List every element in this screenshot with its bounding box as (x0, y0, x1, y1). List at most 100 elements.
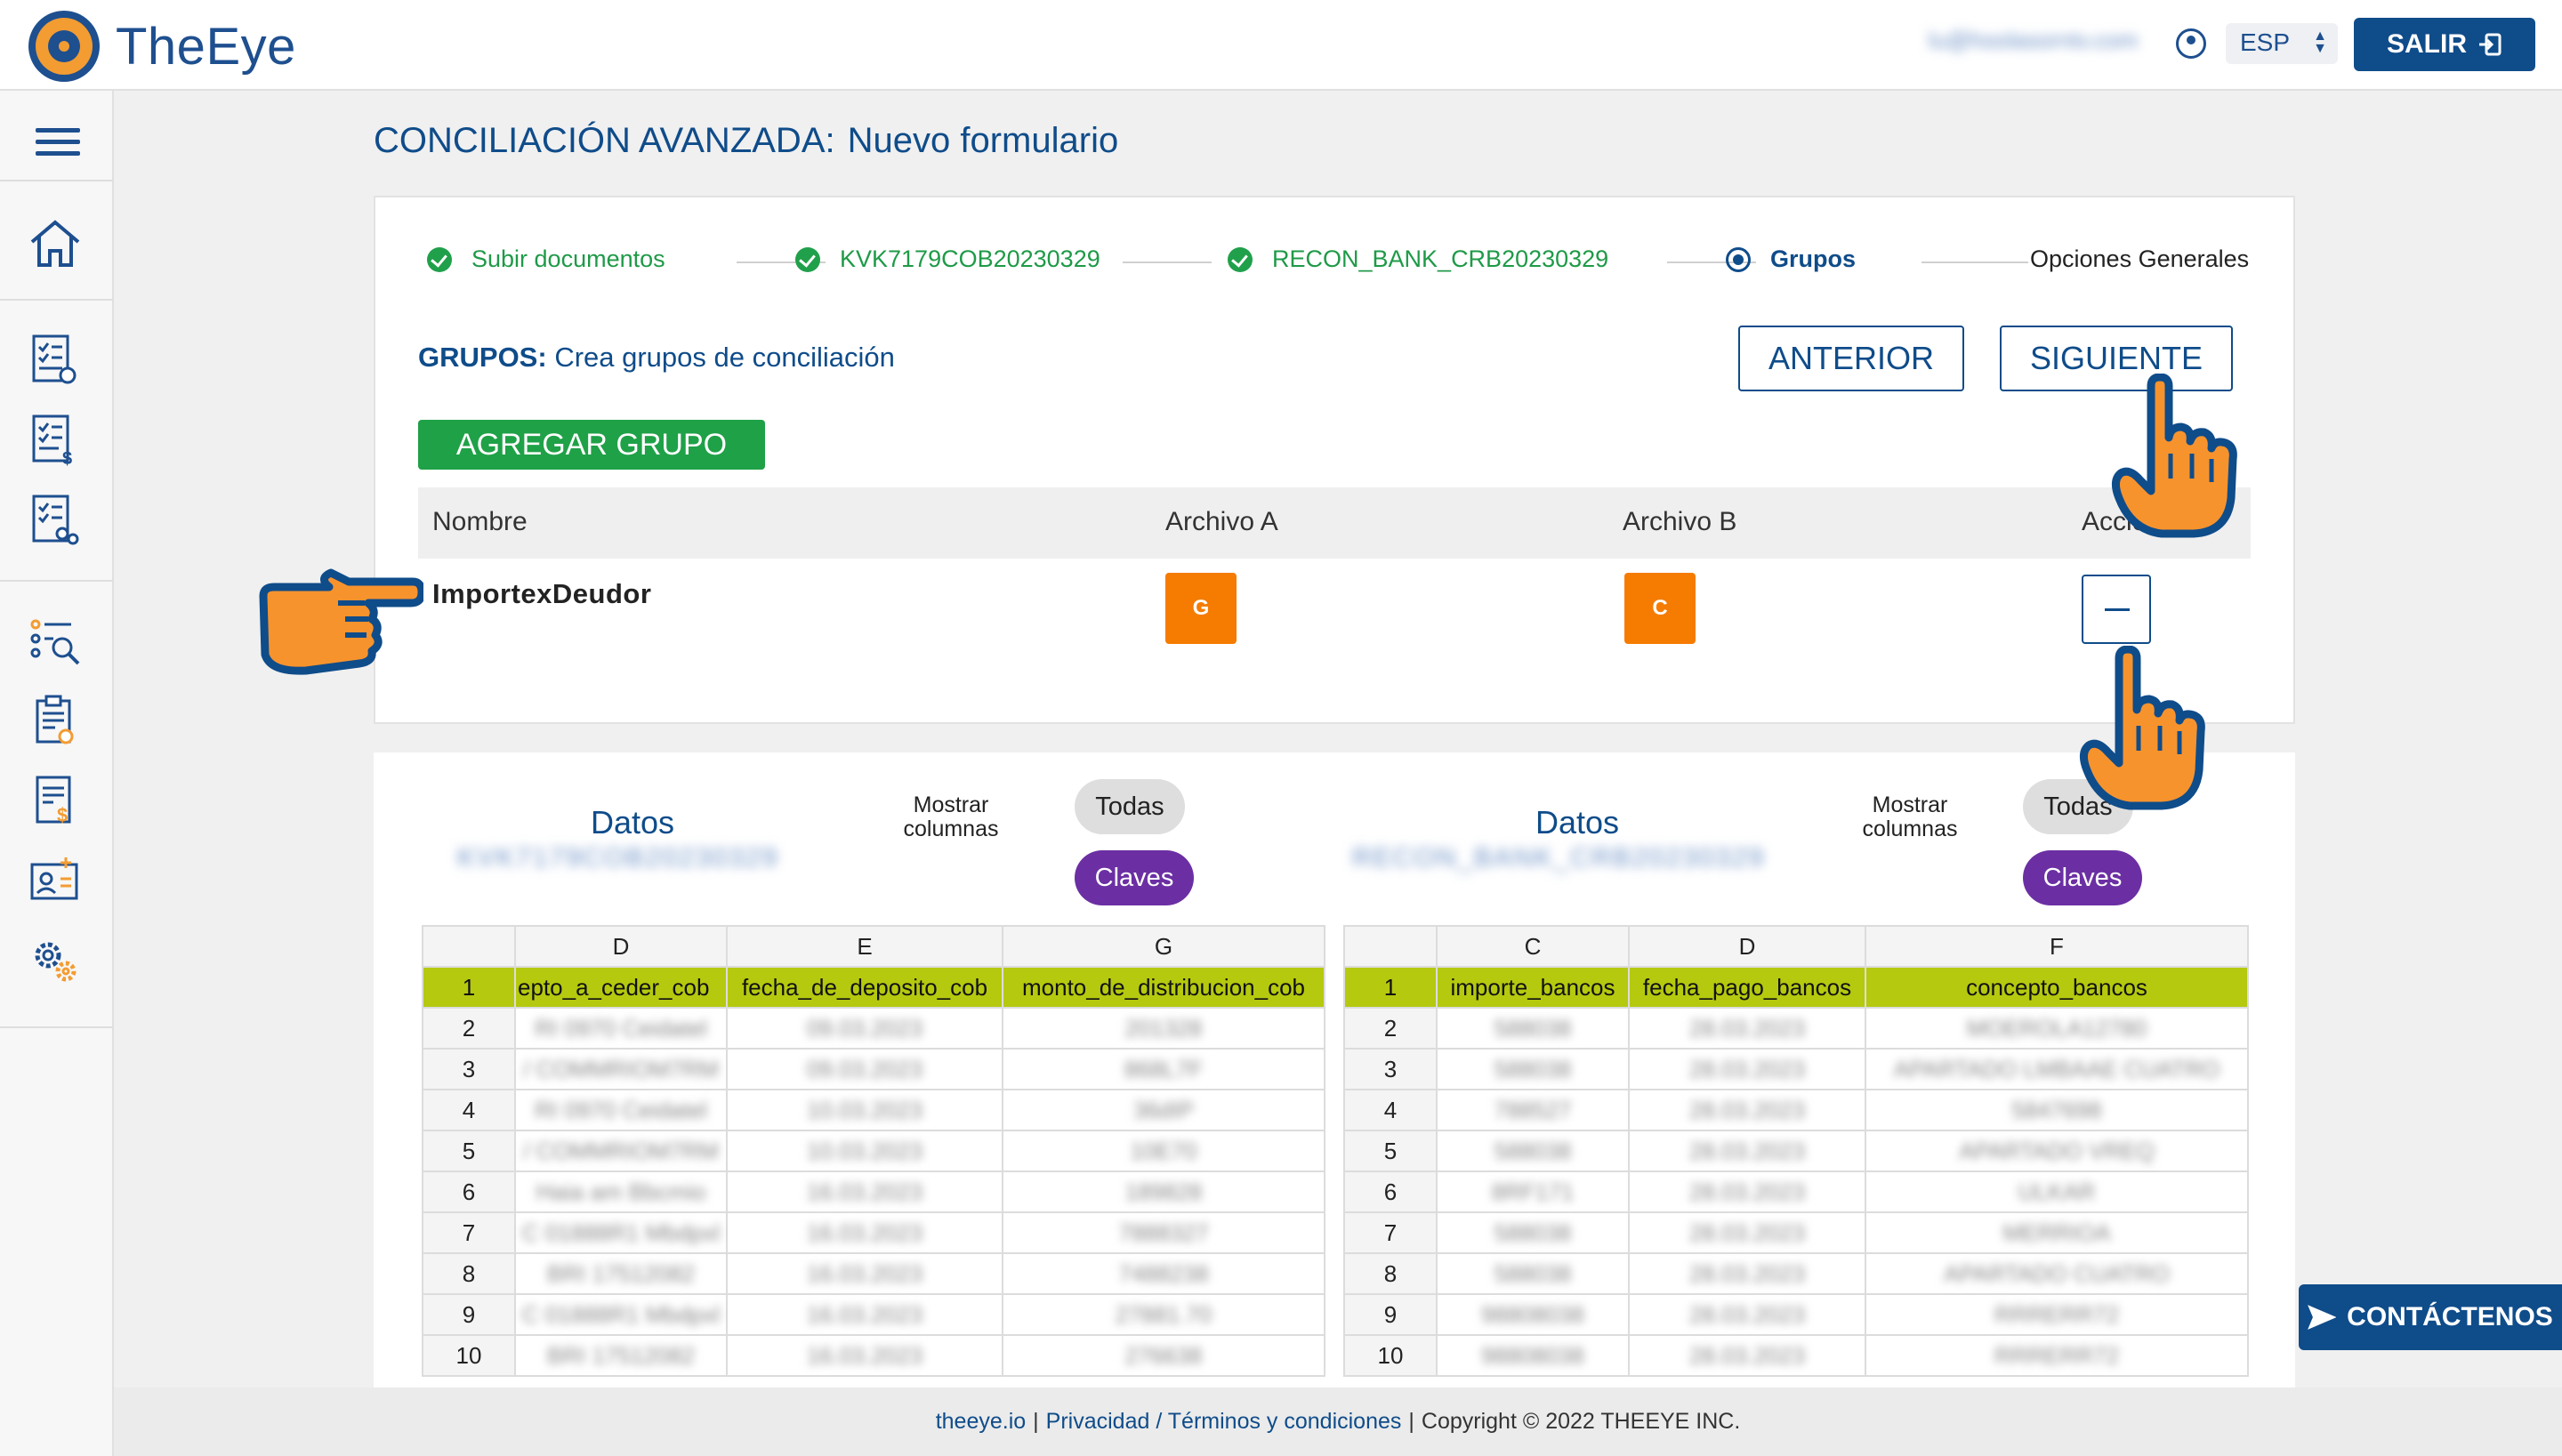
row-number: 6 (422, 1170, 516, 1213)
app-logo[interactable]: TheEye (28, 11, 296, 82)
col-file-b: Archivo B (1623, 507, 1737, 536)
footer-privacy-link[interactable]: Privacidad / Términos y condiciones (1046, 1409, 1402, 1435)
data-cell: 09.03.2023 (726, 1048, 1003, 1090)
user-icon[interactable] (2176, 28, 2206, 59)
data-cell: 28.03.2023 (1628, 1211, 1866, 1254)
footer-copyright: Copyright © 2022 THEEYE INC. (1421, 1409, 1741, 1434)
clipboard-check-icon[interactable] (27, 692, 84, 749)
table-row: 2 588038 28.03.2023 MOEROLA12780 (1343, 1007, 2249, 1050)
header-cell: monto_de_distribucion_cob (1002, 966, 1325, 1009)
data-cell: / COMMRIOM7RM (514, 1130, 728, 1172)
checklist-settings-icon[interactable] (27, 331, 84, 388)
header-cell: epto_a_ceder_cob (514, 966, 728, 1009)
column-letter[interactable]: C (1436, 925, 1630, 968)
step-groups[interactable]: Grupos (1726, 245, 1856, 273)
left-data-title: Datos (591, 804, 675, 841)
data-cell: APARTADO CUATRO (1865, 1252, 2249, 1295)
header-row: 1 epto_a_ceder_cob fecha_de_deposito_cob… (422, 966, 1325, 1009)
left-all-columns-toggle[interactable]: Todas (1075, 779, 1185, 834)
table-row: 7 588038 28.03.2023 MERRIOA (1343, 1211, 2249, 1254)
step-upload[interactable]: Subir documentos (427, 245, 665, 273)
user-card-icon[interactable] (27, 852, 84, 909)
column-letter[interactable]: G (1002, 925, 1325, 968)
table-row: 4 788527 28.03.2023 5847698 (1343, 1089, 2249, 1131)
row-number: 10 (422, 1334, 516, 1377)
user-email: lu@hoolasorntv.com (1929, 27, 2139, 53)
data-cell: 10.03.2023 (726, 1130, 1003, 1172)
data-cell: RI 0970 Ceidatel (514, 1007, 728, 1050)
data-cell: 276638 (1002, 1334, 1325, 1377)
pointing-hand-icon (259, 568, 423, 675)
left-key-columns-toggle[interactable]: Claves (1075, 850, 1194, 905)
settings-gears-icon[interactable] (27, 932, 84, 989)
data-cell: 28.03.2023 (1628, 1252, 1866, 1295)
checklist-money-icon[interactable]: $ (27, 411, 84, 468)
groups-label-desc: Crea grupos de conciliación (554, 342, 895, 373)
page-subtitle: Nuevo formulario (847, 121, 1119, 160)
table-row: 6 8RF171 28.03.2023 ULKAR (1343, 1170, 2249, 1213)
remove-group-button[interactable] (2082, 575, 2151, 644)
add-group-button[interactable]: AGREGAR GRUPO (418, 420, 765, 470)
data-cell: 201328 (1002, 1007, 1325, 1050)
language-select[interactable]: ESP ▲ ▼ (2226, 23, 2338, 64)
exit-label: SALIR (2387, 29, 2467, 59)
table-row: 8 588038 28.03.2023 APARTADO CUATRO (1343, 1252, 2249, 1295)
step-file-a[interactable]: KVK7179COB20230329 (795, 245, 1100, 273)
right-key-columns-toggle[interactable]: Claves (2023, 850, 2142, 905)
groups-label-bold: GRUPOS: (418, 342, 547, 373)
data-cell: 10.03.2023 (726, 1089, 1003, 1131)
data-cell: 5847698 (1865, 1089, 2249, 1131)
menu-icon[interactable] (36, 128, 80, 163)
corner-cell (422, 925, 516, 968)
data-cell: 09.03.2023 (726, 1007, 1003, 1050)
data-cell: 588038 (1436, 1252, 1630, 1295)
svg-text:$: $ (57, 804, 68, 826)
exit-icon (2479, 33, 2502, 56)
data-cell: 16.03.2023 (726, 1293, 1003, 1336)
row-number: 4 (1343, 1089, 1438, 1131)
row-number: 8 (422, 1252, 516, 1295)
row-number: 2 (422, 1007, 516, 1050)
data-cell: 10E70 (1002, 1130, 1325, 1172)
eye-logo-icon (28, 11, 100, 82)
column-letter[interactable]: E (726, 925, 1003, 968)
column-letter[interactable]: F (1865, 925, 2249, 968)
row-number: 7 (422, 1211, 516, 1254)
header-row: 1 importe_bancos fecha_pago_bancos conce… (1343, 966, 2249, 1009)
file-a-badge[interactable]: G (1165, 573, 1237, 644)
column-letter[interactable]: D (514, 925, 728, 968)
step-file-b[interactable]: RECON_BANK_CRB20230329 (1228, 245, 1608, 273)
data-cell: / COMMRIOM7RM (514, 1048, 728, 1090)
row-number: 5 (1343, 1130, 1438, 1172)
exit-button[interactable]: SALIR (2354, 18, 2535, 71)
home-icon[interactable] (27, 215, 84, 272)
column-letter[interactable]: D (1628, 925, 1866, 968)
step-label: Opciones Generales (2030, 245, 2250, 272)
select-arrows-icon: ▲ ▼ (2313, 28, 2327, 56)
row-number: 2 (1343, 1007, 1438, 1050)
data-cell: 16.03.2023 (726, 1252, 1003, 1295)
search-list-icon[interactable] (27, 612, 84, 669)
data-cell: ULKAR (1865, 1170, 2249, 1213)
corner-cell (1343, 925, 1438, 968)
invoice-money-icon[interactable]: $ (27, 772, 84, 829)
data-cell: RRRERR72 (1865, 1334, 2249, 1377)
footer-site-link[interactable]: theeye.io (936, 1409, 1026, 1435)
groups-table-header: Nombre Archivo A Archivo B Acciones (418, 487, 2251, 559)
file-b-badge[interactable]: C (1624, 573, 1696, 644)
step-general-options[interactable]: Opciones Generales (2030, 245, 2249, 273)
previous-button[interactable]: ANTERIOR (1738, 326, 1964, 391)
page-title: CONCILIACIÓN AVANZADA: Nuevo formulario (374, 121, 1118, 161)
data-cell: 27881.70 (1002, 1293, 1325, 1336)
data-cell: APARTADO LMBAAE CUATRO (1865, 1048, 2249, 1090)
send-icon (2308, 1305, 2337, 1330)
data-cell: 98808038 (1436, 1334, 1630, 1377)
data-cell: 16.03.2023 (726, 1211, 1003, 1254)
table-row: 9C 01888R1 Mbdpxl 16.03.2023 27881.70 (422, 1293, 1325, 1336)
row-number: 4 (422, 1089, 516, 1131)
checklist-gears-icon[interactable] (27, 491, 84, 548)
page-title-main: CONCILIACIÓN AVANZADA: (374, 121, 835, 160)
step-label: KVK7179COB20230329 (840, 245, 1100, 272)
contact-button[interactable]: CONTÁCTENOS (2299, 1284, 2562, 1350)
right-file-name: RECON_BANK_CRB20230329 (1352, 843, 1766, 873)
